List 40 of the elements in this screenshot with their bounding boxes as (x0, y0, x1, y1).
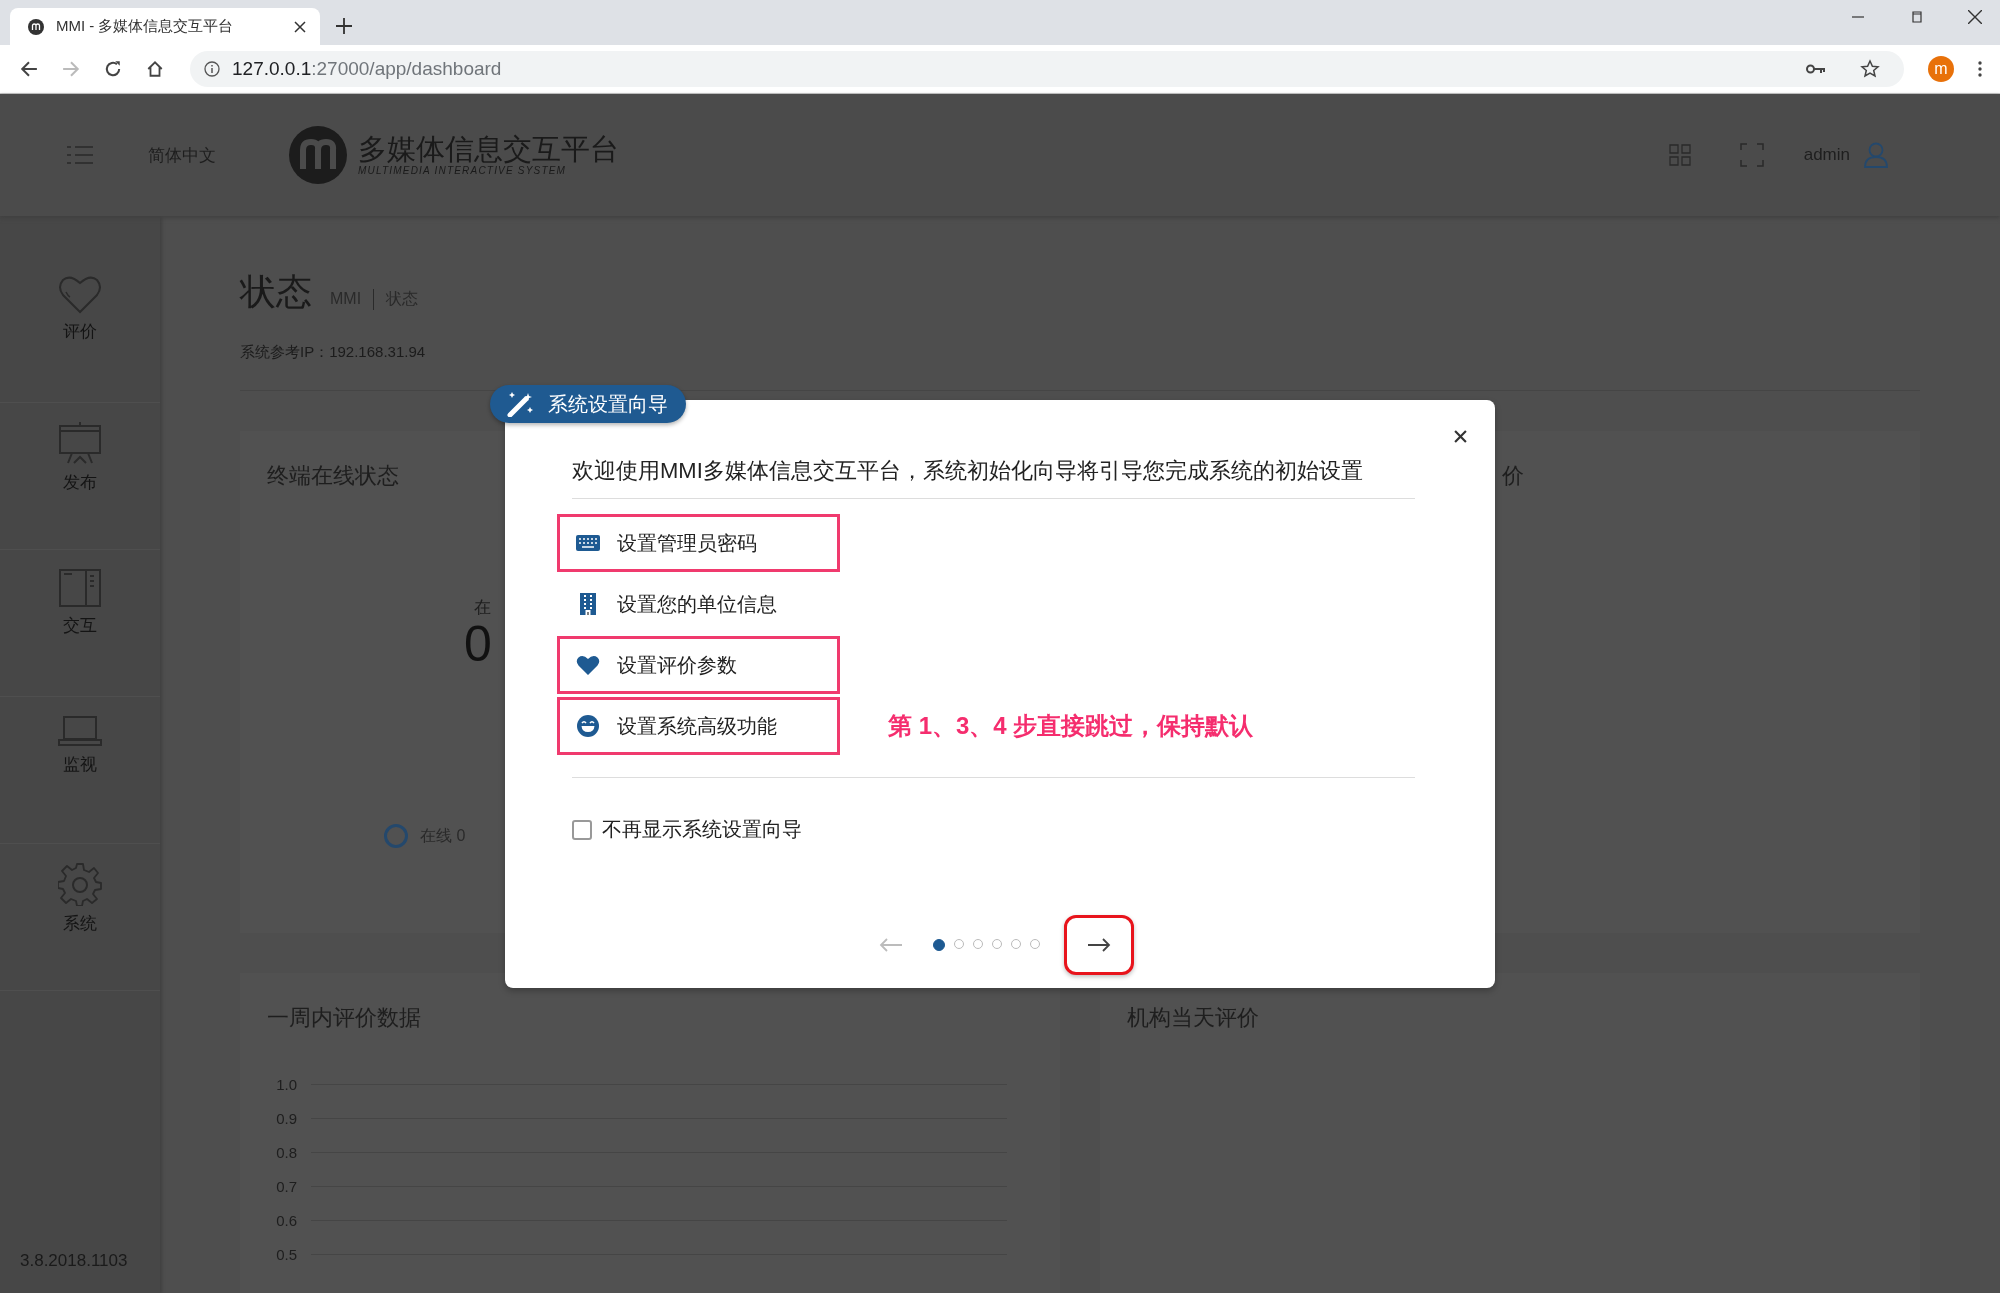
profile-avatar[interactable]: m (1928, 56, 1954, 82)
close-icon[interactable] (294, 20, 306, 33)
browser-tab[interactable]: MMI - 多媒体信息交互平台 (10, 8, 320, 45)
next-arrow-icon (1086, 937, 1111, 953)
tab-title: MMI - 多媒体信息交互平台 (56, 17, 235, 36)
wizard-step[interactable]: 设置评价参数 (557, 636, 840, 694)
info-icon (204, 61, 220, 77)
gear-icon (58, 862, 102, 906)
logo-icon (28, 18, 44, 35)
star-icon[interactable] (1860, 59, 1880, 79)
close-icon[interactable] (1968, 10, 1982, 24)
wizard-badge: 系统设置向导 (490, 385, 686, 423)
reload-icon[interactable] (104, 60, 122, 78)
heart-icon (575, 654, 601, 676)
address-field[interactable]: 127.0.0.1:27000/app/dashboard (190, 51, 1904, 87)
next-button[interactable] (1063, 915, 1134, 975)
menu-icon[interactable] (1978, 61, 1982, 77)
logo-icon (288, 125, 348, 185)
close-icon[interactable] (1454, 430, 1467, 443)
wizard-step[interactable]: 设置管理员密码 (557, 514, 840, 572)
heart-icon (58, 274, 102, 314)
smile-icon (575, 715, 601, 737)
keyboard-icon (575, 535, 601, 551)
wizard-intro-text: 欢迎使用MMI多媒体信息交互平台，系统初始化向导将引导您完成系统的初始设置 (572, 456, 1415, 499)
home-icon[interactable] (146, 60, 164, 78)
page-dot[interactable] (932, 939, 945, 951)
restore-icon[interactable] (1910, 11, 1922, 23)
easel-icon (58, 421, 102, 465)
checkbox[interactable] (572, 819, 592, 840)
laptop-icon (58, 715, 102, 747)
magic-wand-icon (506, 391, 534, 417)
wizard-step[interactable]: 设置系统高级功能 (557, 697, 840, 755)
checkbox-label[interactable]: 不再显示系统设置向导 (602, 816, 802, 843)
new-tab-icon[interactable] (336, 18, 352, 34)
key-icon[interactable] (1806, 63, 1826, 75)
panel-icon (58, 568, 102, 608)
wizard-step[interactable]: 设置您的单位信息 (557, 575, 840, 633)
annotation-text: 第 1、3、4 步直接跳过，保持默认 (888, 711, 1254, 741)
back-icon[interactable] (20, 60, 38, 78)
stat-value: 0 (464, 619, 492, 669)
